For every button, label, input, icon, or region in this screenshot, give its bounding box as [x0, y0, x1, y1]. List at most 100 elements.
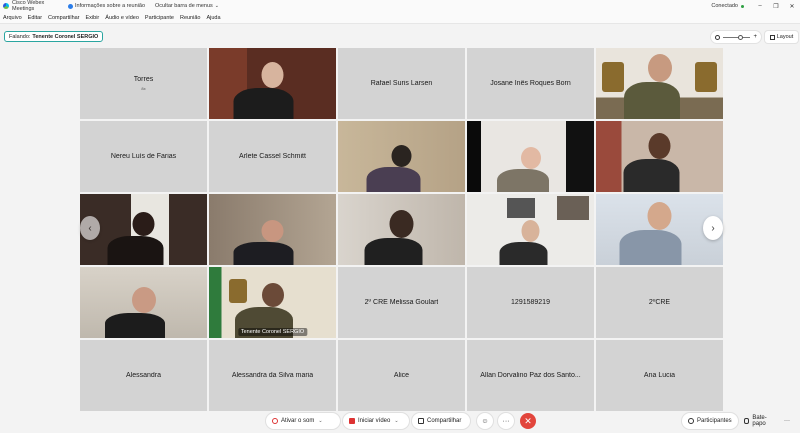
- participant-video-tile[interactable]: [209, 194, 336, 265]
- meeting-info-label: Informações sobre a reunião: [75, 3, 146, 9]
- emblem-icon: [695, 62, 717, 92]
- participant-tile[interactable]: Allan Dorvalino Paz dos Santo...: [467, 340, 594, 411]
- zoom-control[interactable]: +: [711, 31, 761, 43]
- participant-video-tile[interactable]: [596, 121, 723, 192]
- participants-label: Participantes: [697, 418, 732, 424]
- microphone-muted-icon: [272, 418, 278, 424]
- menu-arquivo[interactable]: Arquivo: [3, 15, 22, 21]
- active-speaker-badge: Falando: Tenente Coronel SERGIO: [4, 31, 104, 42]
- video-feed: [338, 121, 465, 192]
- emblem-icon: [602, 62, 624, 92]
- video-feed: [209, 48, 336, 119]
- participant-silhouette: [233, 62, 293, 119]
- zoom-in-icon[interactable]: +: [753, 34, 757, 40]
- more-options-button[interactable]: ···: [498, 413, 514, 429]
- participant-tile[interactable]: Alessandra da Silva maria: [209, 340, 336, 411]
- unmute-label: Ativar o som: [281, 418, 315, 424]
- video-feed: [80, 267, 207, 338]
- participant-video-tile[interactable]: [80, 267, 207, 338]
- participant-tile[interactable]: 2º CRE Melissa Goulart: [338, 267, 465, 338]
- participant-silhouette: [496, 147, 549, 192]
- participant-tile[interactable]: Ana Lucia: [596, 340, 723, 411]
- participant-name: Ana Lucia: [643, 372, 676, 379]
- reactions-button[interactable]: ☺: [477, 413, 493, 429]
- zoom-out-icon[interactable]: [715, 34, 720, 40]
- participant-video-tile[interactable]: [209, 48, 336, 119]
- participant-silhouette: [623, 54, 680, 119]
- menu-reuniao[interactable]: Reunião: [180, 15, 201, 21]
- video-feed: [467, 194, 594, 265]
- participant-tile[interactable]: 2ºCRE: [596, 267, 723, 338]
- video-feed: [338, 194, 465, 265]
- participant-silhouette: [107, 212, 163, 265]
- minimize-button[interactable]: –: [752, 3, 768, 9]
- chevron-down-icon[interactable]: ⌄: [318, 418, 322, 424]
- info-icon: [68, 3, 73, 9]
- speaking-label: Falando:: [9, 33, 31, 40]
- participant-silhouette: [619, 202, 681, 265]
- menu-audio-video[interactable]: Áudio e vídeo: [105, 15, 139, 21]
- connection-status-label: Conectado: [711, 3, 738, 9]
- chat-icon: [744, 418, 750, 424]
- next-page-button[interactable]: ›: [703, 216, 723, 240]
- zoom-slider[interactable]: [723, 34, 751, 40]
- menu-bar: Arquivo Editar Compartilhar Exibir Áudio…: [0, 12, 800, 24]
- participant-name: Torres: [133, 76, 154, 83]
- previous-page-button[interactable]: ‹: [80, 216, 100, 240]
- participant-silhouette: [104, 287, 165, 338]
- participant-tile[interactable]: Torres 8x: [80, 48, 207, 119]
- title-bar: Cisco Webex Meetings Informações sobre a…: [0, 0, 800, 12]
- layout-label: Layout: [776, 34, 794, 40]
- close-window-button[interactable]: ✕: [784, 3, 800, 10]
- menu-editar[interactable]: Editar: [28, 15, 42, 21]
- menu-exibir[interactable]: Exibir: [86, 15, 100, 21]
- participant-video-tile-active[interactable]: Tenente Coronel SERGIO: [209, 267, 336, 338]
- menu-participante[interactable]: Participante: [145, 15, 174, 21]
- chevron-down-icon: ⌄: [214, 3, 219, 9]
- participant-name: Josane Inês Roques Born: [490, 80, 571, 87]
- restore-button[interactable]: ❐: [768, 3, 784, 10]
- participant-silhouette: [623, 133, 679, 192]
- participant-tile[interactable]: 1291589219: [467, 267, 594, 338]
- participant-tile[interactable]: Josane Inês Roques Born: [467, 48, 594, 119]
- speaker-name: Tenente Coronel SERGIO: [32, 33, 99, 40]
- participant-video-tile[interactable]: [467, 121, 594, 192]
- participant-name: Arlete Cassel Schmitt: [239, 153, 306, 160]
- participant-tile[interactable]: Arlete Cassel Schmitt: [209, 121, 336, 192]
- end-meeting-button[interactable]: ✕: [520, 413, 536, 429]
- participant-subtext: 8x: [141, 86, 146, 91]
- unmute-button[interactable]: Ativar o som ⌄: [266, 413, 340, 429]
- hide-menu-button[interactable]: Ocultar barra de menus ⌄: [155, 3, 219, 9]
- zoom-slider-knob[interactable]: [738, 34, 744, 40]
- chat-button[interactable]: Bate-papo: [738, 413, 782, 429]
- participant-name: Alessandra: [125, 372, 162, 379]
- menu-compartilhar[interactable]: Compartilhar: [48, 15, 79, 21]
- participant-tile[interactable]: Alice: [338, 340, 465, 411]
- layout-button[interactable]: Layout: [765, 31, 798, 43]
- participant-video-tile[interactable]: [596, 48, 723, 119]
- participant-video-tile[interactable]: [338, 121, 465, 192]
- participant-silhouette: [499, 220, 547, 265]
- share-label: Compartilhar: [427, 418, 462, 424]
- participant-name: 2ºCRE: [648, 299, 671, 306]
- participant-tile[interactable]: Rafael Suris Larsen: [338, 48, 465, 119]
- meeting-info-button[interactable]: Informações sobre a reunião: [68, 3, 145, 9]
- overflow-button[interactable]: ···: [782, 413, 798, 429]
- participant-name: Nereu Luís de Farias: [110, 153, 177, 160]
- start-video-button[interactable]: Iniciar vídeo ⌄: [343, 413, 409, 429]
- participants-button[interactable]: Participantes: [682, 413, 738, 429]
- chat-label: Bate-papo: [752, 415, 767, 427]
- menu-ajuda[interactable]: Ajuda: [206, 15, 220, 21]
- share-button[interactable]: Compartilhar: [412, 413, 470, 429]
- participant-video-tile[interactable]: [338, 194, 465, 265]
- participant-tile[interactable]: Alessandra: [80, 340, 207, 411]
- connection-status: Conectado: [711, 3, 744, 9]
- meeting-controls-bar: Ativar o som ⌄ Iniciar vídeo ⌄ Compartil…: [0, 413, 800, 431]
- chevron-down-icon[interactable]: ⌄: [394, 418, 398, 424]
- webex-logo-icon: [3, 3, 9, 9]
- participant-name: Allan Dorvalino Paz dos Santo...: [480, 372, 581, 379]
- participant-video-tile[interactable]: [467, 194, 594, 265]
- participant-name-tag: Tenente Coronel SERGIO: [237, 328, 308, 336]
- app-title: Cisco Webex Meetings: [0, 0, 68, 12]
- participant-tile[interactable]: Nereu Luís de Farias: [80, 121, 207, 192]
